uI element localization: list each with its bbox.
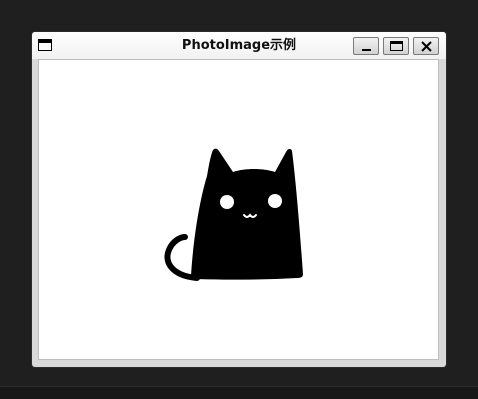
taskbar xyxy=(0,386,478,399)
cat-image xyxy=(164,148,303,281)
title-bar[interactable]: PhotoImage示例 xyxy=(32,32,446,59)
close-button[interactable] xyxy=(413,37,439,55)
maximize-icon xyxy=(390,41,403,51)
minimize-button[interactable] xyxy=(353,37,379,55)
app-window: PhotoImage示例 xyxy=(32,32,446,367)
close-icon xyxy=(421,41,432,52)
minimize-icon xyxy=(362,49,371,51)
maximize-button[interactable] xyxy=(383,37,409,55)
image-canvas xyxy=(38,59,439,360)
